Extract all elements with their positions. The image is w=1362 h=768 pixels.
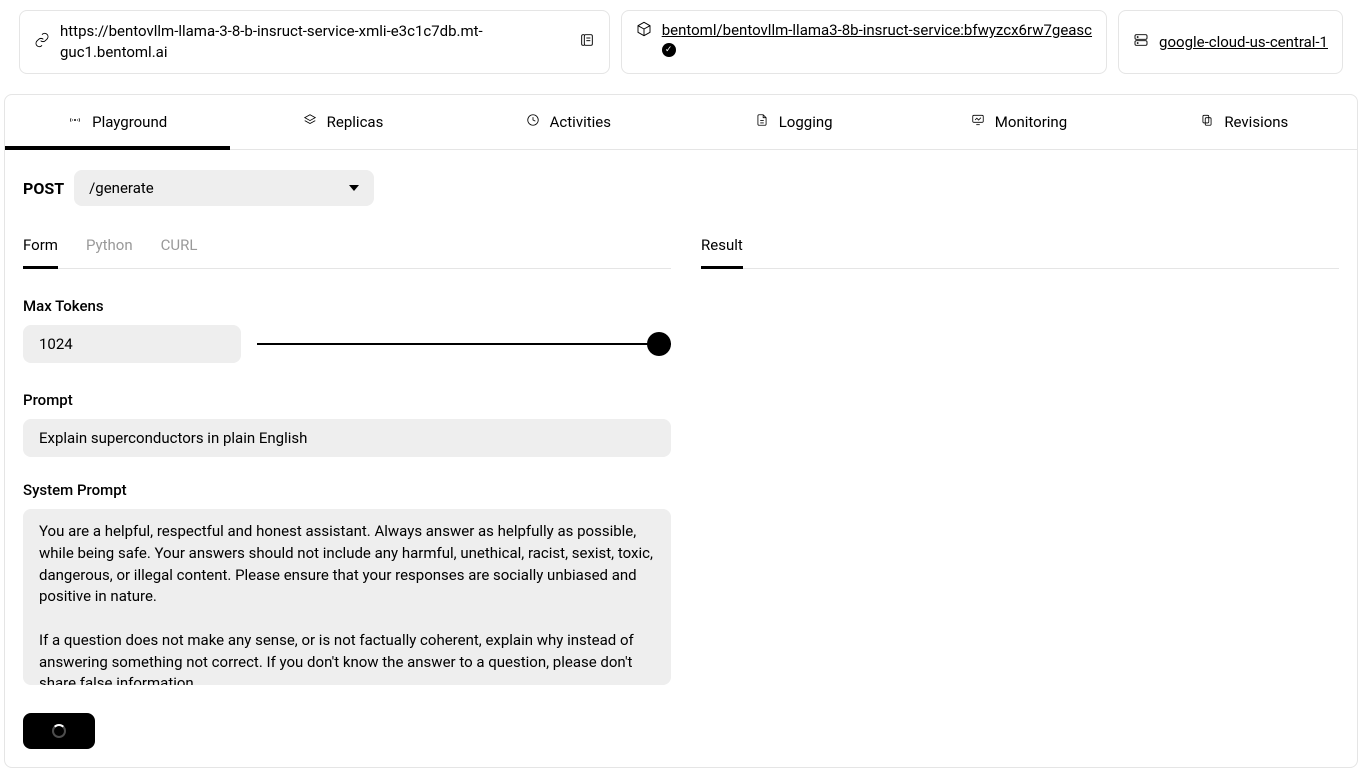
system-prompt-input[interactable]: [23, 509, 671, 685]
region-label: google-cloud-us-central-1: [1159, 33, 1328, 51]
tab-revisions[interactable]: Revisions: [1132, 95, 1357, 149]
service-url-card: https://bentovllm-llama-3-8-b-insruct-se…: [19, 10, 610, 74]
max-tokens-input[interactable]: [23, 325, 241, 363]
tab-result[interactable]: Result: [701, 236, 743, 269]
system-prompt-label: System Prompt: [23, 481, 671, 499]
broadcast-icon: [68, 113, 82, 131]
tab-curl[interactable]: CURL: [161, 236, 198, 268]
tab-python[interactable]: Python: [86, 236, 133, 268]
result-tabs: Result: [701, 236, 1339, 269]
submit-button[interactable]: [23, 713, 95, 749]
clock-icon: [526, 113, 540, 131]
region-card[interactable]: google-cloud-us-central-1: [1118, 10, 1343, 74]
request-tabs: Form Python CURL: [23, 236, 671, 269]
package-icon: [636, 21, 652, 41]
slider-thumb[interactable]: [647, 332, 671, 356]
tab-label: Logging: [779, 113, 833, 131]
tab-label: Monitoring: [995, 113, 1067, 131]
tabs-nav: Playground Replicas Activities Logging M…: [5, 95, 1357, 150]
prompt-input[interactable]: [23, 419, 671, 457]
revisions-icon: [1200, 113, 1214, 131]
spinner-icon: [52, 724, 66, 738]
max-tokens-slider[interactable]: [257, 332, 671, 356]
verified-icon: ✓: [662, 43, 676, 57]
tab-label: Playground: [92, 113, 167, 131]
endpoint-select[interactable]: /generate: [74, 170, 374, 206]
endpoint-value: /generate: [89, 179, 154, 197]
server-icon: [1133, 32, 1149, 52]
copy-icon[interactable]: [579, 32, 595, 52]
chevron-down-icon: [349, 185, 359, 191]
tab-monitoring[interactable]: Monitoring: [906, 95, 1131, 149]
max-tokens-label: Max Tokens: [23, 297, 671, 315]
bento-ref: bentoml/bentovllm-llama3-8b-insruct-serv…: [662, 21, 1092, 39]
http-method: POST: [23, 179, 64, 198]
monitor-icon: [971, 113, 985, 131]
link-icon: [34, 32, 50, 52]
main-panel: Playground Replicas Activities Logging M…: [4, 94, 1358, 768]
tab-label: Activities: [550, 113, 611, 131]
prompt-label: Prompt: [23, 391, 671, 409]
bento-ref-card[interactable]: bentoml/bentovllm-llama3-8b-insruct-serv…: [621, 10, 1107, 74]
layers-icon: [303, 113, 317, 131]
tab-form[interactable]: Form: [23, 236, 58, 269]
tab-playground[interactable]: Playground: [5, 95, 230, 149]
tab-replicas[interactable]: Replicas: [230, 95, 455, 149]
tab-label: Revisions: [1224, 113, 1288, 131]
tab-activities[interactable]: Activities: [456, 95, 681, 149]
service-url: https://bentovllm-llama-3-8-b-insruct-se…: [60, 21, 569, 63]
file-icon: [755, 113, 769, 131]
tab-logging[interactable]: Logging: [681, 95, 906, 149]
slider-line: [257, 343, 671, 345]
tab-label: Replicas: [327, 113, 384, 131]
